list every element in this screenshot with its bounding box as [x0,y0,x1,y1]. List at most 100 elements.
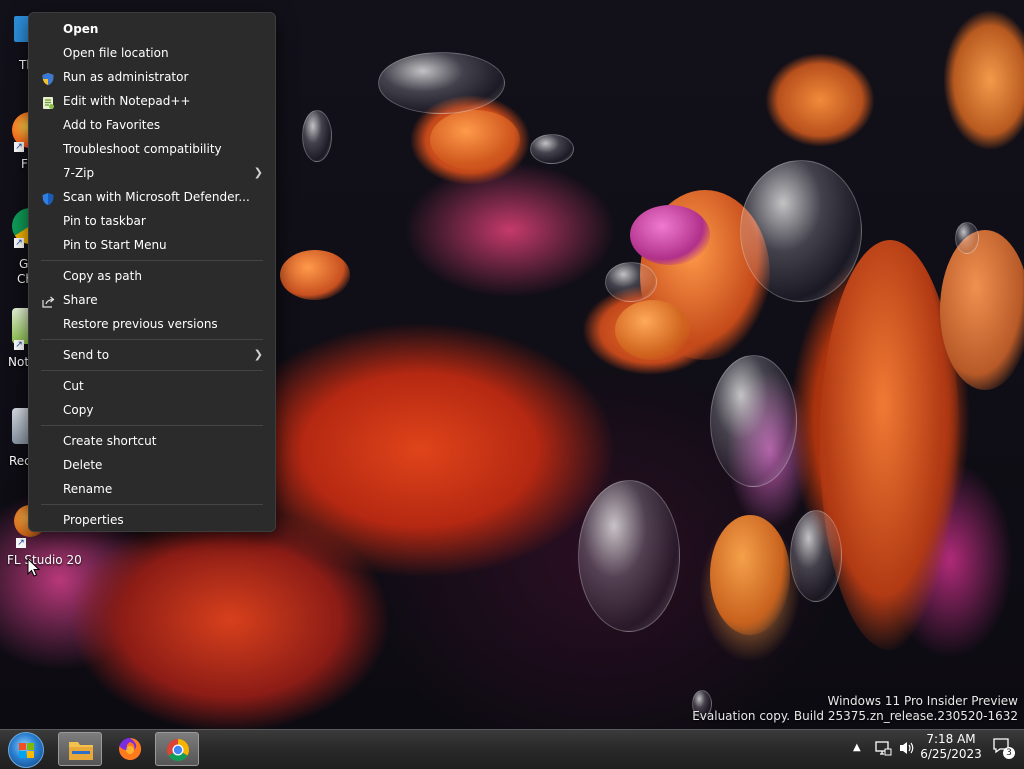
taskbar-chrome-button[interactable] [155,732,199,766]
action-center-button[interactable]: 3 [992,737,1016,761]
menu-separator [41,504,263,505]
menu-item-label: Open [63,22,99,36]
menu-item-send-to[interactable]: Send to ❯ [33,343,271,367]
windows-logo-icon [27,751,34,758]
clock-date: 6/25/2023 [920,747,982,761]
menu-item-troubleshoot-compatibility[interactable]: Troubleshoot compatibility [33,137,271,161]
network-icon[interactable] [874,739,892,757]
menu-item-label: Rename [63,482,113,496]
taskbar: ▲ 7:18 AM 6/25/2023 3 [0,729,1024,769]
wallpaper-drop [955,222,979,254]
menu-item-open-file-location[interactable]: Open file location [33,41,271,65]
wallpaper-drop [578,480,680,632]
desktop-icon-label: F [21,157,28,171]
menu-item-label: Edit with Notepad++ [63,94,191,108]
menu-item-label: Send to [63,348,110,362]
notepadpp-icon [41,94,55,109]
show-hidden-icons-chevron-icon[interactable]: ▲ [853,742,861,753]
menu-item-run-as-administrator[interactable]: Run as administrator [33,65,271,89]
menu-item-label: Open file location [63,46,169,60]
watermark-line-1: Windows 11 Pro Insider Preview [827,694,1018,708]
menu-separator [41,339,263,340]
wallpaper-drop [530,134,574,164]
evaluation-watermark: Windows 11 Pro Insider Preview Evaluatio… [692,694,1018,724]
submenu-chevron-icon: ❯ [253,166,263,179]
windows-logo-icon [19,751,26,758]
menu-item-label: Pin to taskbar [63,214,146,228]
clock-time: 7:18 AM [926,732,976,746]
wallpaper-blob [430,110,520,170]
mouse-cursor-icon [27,558,40,577]
menu-separator [41,260,263,261]
wallpaper-blob [820,240,960,650]
wallpaper-drop [302,110,332,162]
shortcut-arrow-icon: ↗ [14,142,24,152]
volume-icon[interactable] [898,740,916,756]
context-menu: Open Open file location Run as administr… [28,12,276,532]
desktop-icon-label: FL Studio 20 [7,553,82,567]
start-button[interactable] [8,732,44,768]
menu-item-label: Restore previous versions [63,317,218,331]
wallpaper-drop [740,160,862,302]
menu-item-edit-with-notepadpp[interactable]: Edit with Notepad++ [33,89,271,113]
wallpaper-blob [710,515,790,635]
windows-logo-icon [19,743,26,750]
submenu-chevron-icon: ❯ [253,348,263,361]
menu-item-copy[interactable]: Copy [33,398,271,422]
menu-item-pin-to-start-menu[interactable]: Pin to Start Menu [33,233,271,257]
wallpaper-blob [940,230,1024,390]
menu-item-label: 7-Zip [63,166,95,180]
menu-item-cut[interactable]: Cut [33,374,271,398]
taskbar-firefox-button[interactable] [108,732,152,766]
menu-item-label: Cut [63,379,84,393]
defender-shield-icon [41,190,55,205]
menu-item-label: Delete [63,458,103,472]
windows-logo-icon [27,743,34,750]
clock[interactable]: 7:18 AM 6/25/2023 [918,732,984,762]
desktop-icon-label: G [19,257,29,271]
menu-item-properties[interactable]: Properties [33,508,271,532]
wallpaper-drop [710,355,797,487]
wallpaper-drop [790,510,842,602]
chrome-icon [167,739,189,761]
notification-count-badge: 3 [1003,747,1015,759]
menu-item-label: Properties [63,513,124,527]
menu-item-7zip[interactable]: 7-Zip ❯ [33,161,271,185]
menu-item-label: Copy [63,403,94,417]
menu-item-scan-with-defender[interactable]: Scan with Microsoft Defender... [33,185,271,209]
menu-item-create-shortcut[interactable]: Create shortcut [33,429,271,453]
taskbar-file-explorer-button[interactable] [58,732,102,766]
share-icon [41,293,55,308]
menu-separator [41,370,263,371]
menu-item-add-to-favorites[interactable]: Add to Favorites [33,113,271,137]
menu-item-label: Create shortcut [63,434,157,448]
firefox-icon [119,737,142,760]
menu-item-copy-as-path[interactable]: Copy as path [33,264,271,288]
menu-item-delete[interactable]: Delete [33,453,271,477]
menu-item-label: Share [63,293,98,307]
wallpaper-drop [378,52,505,114]
menu-item-label: Copy as path [63,269,142,283]
menu-item-label: Scan with Microsoft Defender... [63,190,250,204]
menu-item-open[interactable]: Open [33,17,271,41]
wallpaper-blob [280,250,350,300]
shortcut-arrow-icon: ↗ [14,238,24,248]
menu-item-label: Pin to Start Menu [63,238,167,252]
menu-separator [41,425,263,426]
menu-item-share[interactable]: Share [33,288,271,312]
menu-item-label: Run as administrator [63,70,189,84]
wallpaper-blob [615,300,690,360]
desktop-icon-label: Not [8,355,30,369]
wallpaper-blob [630,205,710,265]
menu-item-pin-to-taskbar[interactable]: Pin to taskbar [33,209,271,233]
menu-item-label: Troubleshoot compatibility [63,142,222,156]
menu-item-restore-previous-versions[interactable]: Restore previous versions [33,312,271,336]
folder-icon [69,742,93,760]
shortcut-arrow-icon: ↗ [16,538,26,548]
uac-shield-icon [41,70,55,85]
menu-item-label: Add to Favorites [63,118,161,132]
wallpaper-drop [605,262,657,302]
menu-item-rename[interactable]: Rename [33,477,271,501]
watermark-line-2: Evaluation copy. Build 25375.zn_release.… [692,709,1018,723]
shortcut-arrow-icon: ↗ [14,340,24,350]
